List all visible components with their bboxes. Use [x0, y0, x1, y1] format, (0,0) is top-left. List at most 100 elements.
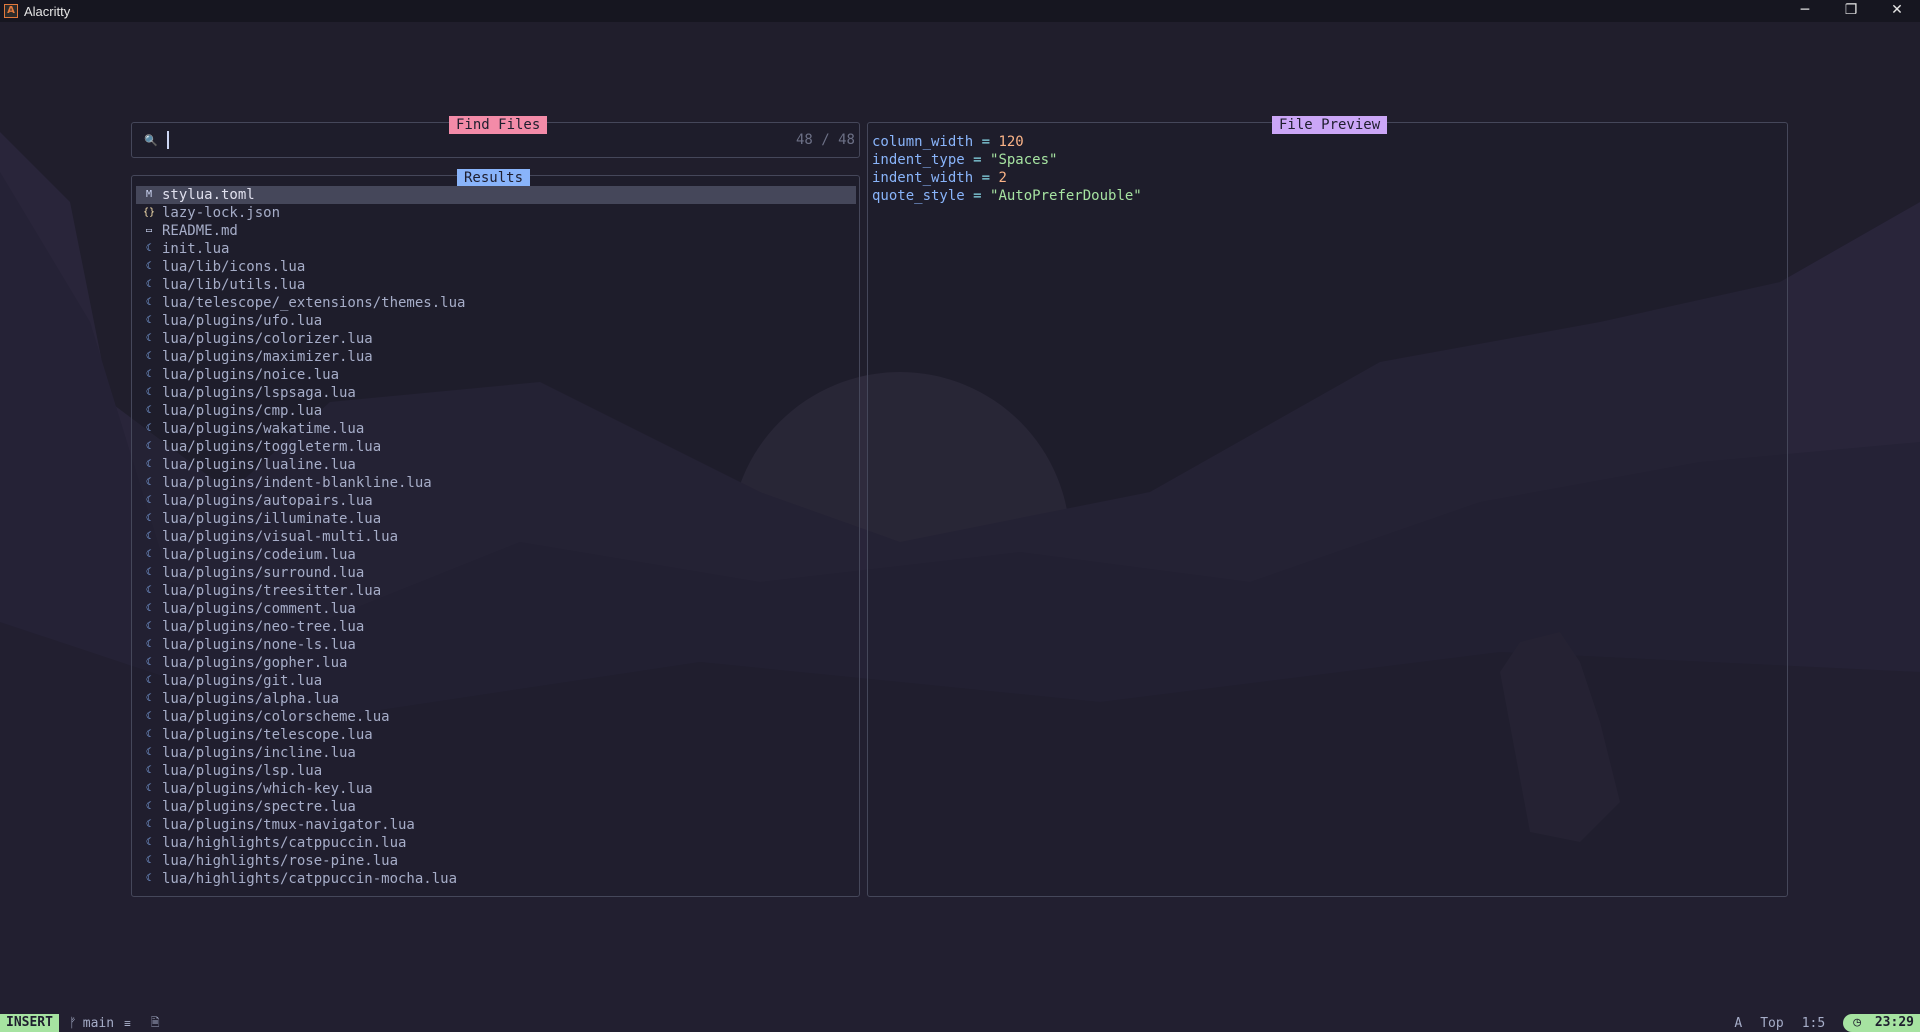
preview-code: column_width = 120 indent_type = "Spaces"…: [872, 133, 1142, 205]
result-item[interactable]: ☾ lua/plugins/alpha.lua: [136, 690, 856, 708]
result-item[interactable]: ☾ lua/plugins/lspsaga.lua: [136, 384, 856, 402]
result-item[interactable]: ☾ lua/plugins/telescope.lua: [136, 726, 856, 744]
code-line: indent_width = 2: [872, 169, 1142, 187]
result-item[interactable]: ☾ lua/plugins/codeium.lua: [136, 546, 856, 564]
result-item[interactable]: ☾ lua/plugins/colorscheme.lua: [136, 708, 856, 726]
result-item[interactable]: ☾ lua/plugins/colorizer.lua: [136, 330, 856, 348]
result-filename: lua/plugins/colorizer.lua: [162, 331, 373, 347]
result-item[interactable]: ☾ lua/plugins/lsp.lua: [136, 762, 856, 780]
code-operator: =: [964, 152, 991, 168]
result-filename: lua/plugins/autopairs.lua: [162, 493, 373, 509]
file-type-icon: ☾: [145, 819, 153, 830]
result-filename: lua/plugins/wakatime.lua: [162, 421, 365, 437]
result-item[interactable]: ☾ lua/plugins/visual-multi.lua: [136, 528, 856, 546]
result-item[interactable]: ☾ lua/plugins/illuminate.lua: [136, 510, 856, 528]
file-type-icon: ☾: [145, 693, 153, 704]
clock: ◷ 23:29: [1843, 1014, 1920, 1032]
result-item[interactable]: ☾ lua/plugins/indent-blankline.lua: [136, 474, 856, 492]
file-type-icon: ☾: [145, 513, 153, 524]
window-titlebar: A Alacritty ─ ❐ ✕: [0, 0, 1920, 22]
result-filename: lua/plugins/cmp.lua: [162, 403, 323, 419]
result-filename: lua/plugins/lsp.lua: [162, 763, 323, 779]
file-type-icon: ☾: [145, 801, 153, 812]
result-filename: lua/plugins/comment.lua: [162, 601, 356, 617]
result-filename: lua/plugins/lspsaga.lua: [162, 385, 356, 401]
result-filename: lua/plugins/colorscheme.lua: [162, 709, 390, 725]
result-item[interactable]: ☾ lua/plugins/none-ls.lua: [136, 636, 856, 654]
file-type-icon: ☾: [145, 459, 153, 470]
result-filename: init.lua: [162, 241, 230, 257]
file-type-icon: ☾: [145, 855, 153, 866]
mode-indicator: INSERT: [0, 1014, 59, 1032]
result-item[interactable]: ☾ init.lua: [136, 240, 856, 258]
file-type-icon: ☾: [145, 279, 153, 290]
result-item[interactable]: ☾ lua/plugins/wakatime.lua: [136, 420, 856, 438]
result-item[interactable]: ▭ README.md: [136, 222, 856, 240]
result-item[interactable]: ☾ lua/plugins/cmp.lua: [136, 402, 856, 420]
result-item[interactable]: ☾ lua/plugins/autopairs.lua: [136, 492, 856, 510]
file-type-icon: ☾: [145, 387, 153, 398]
file-type-icon: ▭: [145, 225, 153, 236]
result-filename: lua/plugins/tmux-navigator.lua: [162, 817, 415, 833]
result-filename: lua/highlights/catppuccin.lua: [162, 835, 407, 851]
result-filename: lua/plugins/treesitter.lua: [162, 583, 382, 599]
git-branch-icon: ᚠ: [68, 1015, 77, 1031]
code-operator: =: [973, 170, 999, 186]
file-type-icon: ☾: [145, 621, 153, 632]
close-icon[interactable]: ✕: [1874, 0, 1920, 22]
file-type-icon: ☾: [145, 711, 153, 722]
file-type-icon: ☾: [145, 585, 153, 596]
minimize-icon[interactable]: ─: [1782, 0, 1828, 22]
result-item[interactable]: Mstylua.toml: [136, 186, 856, 204]
result-item[interactable]: ☾ lua/plugins/which-key.lua: [136, 780, 856, 798]
result-item[interactable]: ☾ lua/highlights/rose-pine.lua: [136, 852, 856, 870]
result-item[interactable]: ☾ lua/plugins/treesitter.lua: [136, 582, 856, 600]
code-line: column_width = 120: [872, 133, 1142, 151]
code-key: quote_style: [872, 188, 965, 204]
code-key: column_width: [872, 134, 974, 150]
file-type-icon: {}: [142, 207, 156, 218]
result-item[interactable]: ☾ lua/plugins/tmux-navigator.lua: [136, 816, 856, 834]
result-filename: lua/highlights/catppuccin-mocha.lua: [162, 871, 458, 887]
result-filename: lua/plugins/alpha.lua: [162, 691, 340, 707]
result-filename: lua/plugins/neo-tree.lua: [162, 619, 365, 635]
result-item[interactable]: ☾ lua/plugins/gopher.lua: [136, 654, 856, 672]
code-line: quote_style = "AutoPreferDouble": [872, 187, 1142, 205]
result-item[interactable]: ☾ lua/plugins/ufo.lua: [136, 312, 856, 330]
result-filename: lua/plugins/gopher.lua: [162, 655, 348, 671]
result-item[interactable]: ☾ lua/plugins/maximizer.lua: [136, 348, 856, 366]
results-title: Results: [457, 169, 531, 187]
result-item[interactable]: ☾ lua/highlights/catppuccin-mocha.lua: [136, 870, 856, 888]
result-item[interactable]: ☾ lua/lib/icons.lua: [136, 258, 856, 276]
result-item[interactable]: ☾ lua/plugins/spectre.lua: [136, 798, 856, 816]
result-filename: lua/plugins/codeium.lua: [162, 547, 356, 563]
file-type-icon: ☾: [145, 261, 153, 272]
clock-icon: ◷: [1853, 1015, 1862, 1030]
result-item[interactable]: ☾ lua/plugins/noice.lua: [136, 366, 856, 384]
result-item[interactable]: ☾ lua/highlights/catppuccin.lua: [136, 834, 856, 852]
result-item[interactable]: ☾ lua/plugins/neo-tree.lua: [136, 618, 856, 636]
find-files-prompt[interactable]: Find Files 🔍 48 / 48: [131, 116, 860, 158]
file-type-icon: ☾: [145, 873, 153, 884]
result-item[interactable]: ☾ lua/plugins/incline.lua: [136, 744, 856, 762]
restore-icon[interactable]: ❐: [1828, 0, 1874, 22]
result-item[interactable]: ☾ lua/plugins/surround.lua: [136, 564, 856, 582]
result-filename: lua/lib/icons.lua: [162, 259, 306, 275]
result-filename: stylua.toml: [162, 187, 255, 203]
file-type-icon: ☾: [145, 639, 153, 650]
result-item[interactable]: ☾ lua/plugins/toggleterm.lua: [136, 438, 856, 456]
code-line: indent_type = "Spaces": [872, 151, 1142, 169]
result-item[interactable]: {} lazy-lock.json: [136, 204, 856, 222]
result-item[interactable]: ☾ lua/plugins/comment.lua: [136, 600, 856, 618]
alacritty-app-icon: A: [4, 4, 18, 18]
result-item[interactable]: ☾ lua/lib/utils.lua: [136, 276, 856, 294]
result-filename: lua/plugins/git.lua: [162, 673, 323, 689]
result-filename: lua/plugins/incline.lua: [162, 745, 356, 761]
result-item[interactable]: ☾ lua/plugins/git.lua: [136, 672, 856, 690]
result-filename: lua/plugins/noice.lua: [162, 367, 340, 383]
search-icon: 🔍: [144, 134, 158, 147]
result-item[interactable]: ☾ lua/telescope/_extensions/themes.lua: [136, 294, 856, 312]
result-item[interactable]: ☾ lua/plugins/lualine.lua: [136, 456, 856, 474]
result-filename: lua/plugins/which-key.lua: [162, 781, 373, 797]
code-key: indent_width: [872, 170, 974, 186]
